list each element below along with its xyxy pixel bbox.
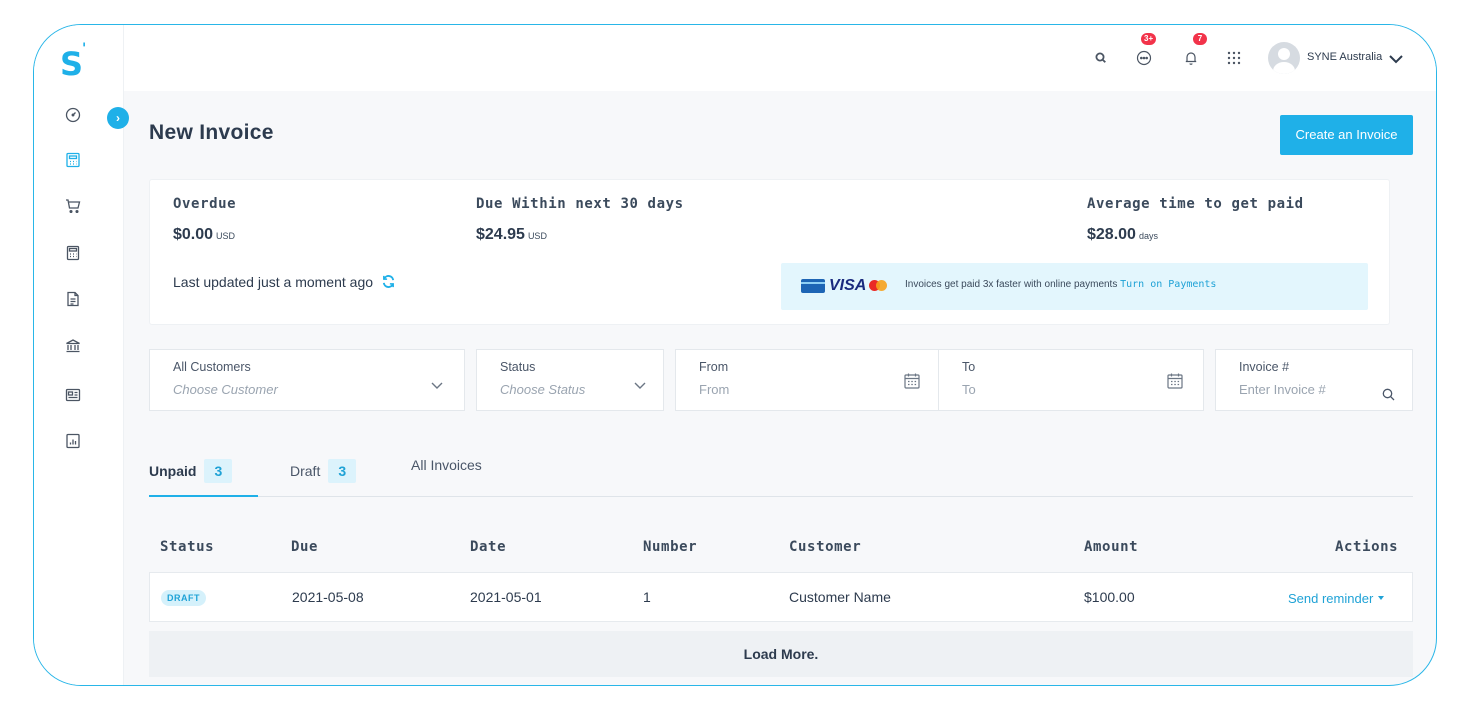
- due-stat: Due Within next 30 days $24.95 USD: [476, 196, 684, 244]
- customer-filter[interactable]: All Customers Choose Customer: [149, 349, 465, 411]
- number-cell: 1: [643, 589, 651, 605]
- payments-message: Invoices get paid 3x faster with online …: [905, 279, 1217, 290]
- column-header-actions: Actions: [1335, 539, 1399, 555]
- overdue-stat: Overdue $0.00 USD: [173, 196, 236, 244]
- calendar-icon[interactable]: [903, 372, 921, 390]
- amount-cell: $100.00: [1084, 589, 1135, 605]
- summary-card: Overdue $0.00 USD Due Within next 30 days…: [149, 179, 1390, 325]
- column-header-customer[interactable]: Customer: [789, 539, 861, 555]
- turn-on-payments-link[interactable]: Turn on Payments: [1120, 279, 1216, 290]
- create-invoice-button[interactable]: Create an Invoice: [1280, 115, 1413, 155]
- payments-banner: VISA Invoices get paid 3x faster with on…: [781, 263, 1368, 310]
- to-date-input[interactable]: To: [962, 382, 976, 397]
- due-label: Due Within next 30 days: [476, 196, 684, 212]
- status-select[interactable]: Choose Status: [500, 382, 585, 397]
- overdue-label: Overdue: [173, 196, 237, 212]
- due-cell: 2021-05-08: [292, 589, 364, 605]
- refresh-icon[interactable]: [381, 274, 396, 289]
- messages-badge: 3+: [1141, 33, 1157, 45]
- table-row[interactable]: DRAFT 2021-05-08 2021-05-01 1 Customer N…: [149, 572, 1413, 622]
- customer-select[interactable]: Choose Customer: [173, 382, 278, 397]
- load-more-button[interactable]: Load More.: [149, 631, 1413, 677]
- customer-cell: Customer Name: [789, 589, 891, 605]
- tab-draft[interactable]: Draft 3: [290, 459, 357, 483]
- top-bar: 3+ 7 SYNE Australia: [124, 25, 1436, 91]
- column-header-amount[interactable]: Amount: [1084, 539, 1138, 555]
- cart-icon[interactable]: [65, 198, 81, 214]
- send-reminder-button[interactable]: Send reminder: [1288, 591, 1385, 606]
- calendar-icon[interactable]: [1166, 372, 1184, 390]
- expand-sidebar-button[interactable]: ›: [107, 107, 129, 129]
- contact-card-icon[interactable]: [65, 387, 81, 403]
- bank-icon[interactable]: [65, 338, 81, 354]
- apps-grid-icon[interactable]: [1225, 49, 1243, 67]
- invoice-number-filter[interactable]: Invoice # Enter Invoice #: [1215, 349, 1413, 411]
- bell-icon[interactable]: [1182, 49, 1200, 67]
- status-filter[interactable]: Status Choose Status: [476, 349, 664, 411]
- invoice-tabs: Unpaid 3 Draft 3 All Invoices: [149, 457, 1413, 497]
- messages-icon[interactable]: [1135, 49, 1153, 67]
- tab-unpaid[interactable]: Unpaid 3: [149, 459, 233, 483]
- dashboard-icon[interactable]: [65, 107, 81, 123]
- last-updated: Last updated just a moment ago: [173, 274, 396, 290]
- mastercard-icon: [869, 278, 889, 294]
- app-frame: S ' 3+ 7 SYNE Australia › New Invoice Cr…: [33, 24, 1437, 686]
- due-value: $24.95 USD: [476, 226, 547, 243]
- from-date-filter[interactable]: From From: [675, 349, 939, 411]
- tab-all-invoices[interactable]: All Invoices: [411, 457, 482, 473]
- column-header-date[interactable]: Date: [470, 539, 506, 555]
- to-label: To: [962, 360, 976, 374]
- brand-logo[interactable]: S ': [60, 41, 86, 83]
- chevron-down-icon[interactable]: [430, 378, 444, 392]
- average-stat: Average time to get paid $28.00 days: [1087, 196, 1304, 244]
- search-icon[interactable]: [1382, 388, 1395, 401]
- status-badge: DRAFT: [161, 590, 206, 606]
- calculator-icon[interactable]: [65, 245, 81, 261]
- column-header-number[interactable]: Number: [643, 539, 697, 555]
- chevron-down-icon[interactable]: [633, 378, 647, 392]
- visa-logo: VISA: [829, 277, 867, 294]
- notifications-badge: 7: [1193, 33, 1207, 45]
- caret-down-icon[interactable]: [1378, 596, 1385, 600]
- search-icon[interactable]: [1092, 49, 1110, 67]
- invoice-number-label: Invoice #: [1239, 360, 1290, 374]
- page-title: New Invoice: [149, 121, 274, 144]
- date-cell: 2021-05-01: [470, 589, 542, 605]
- tab-count: 3: [328, 459, 357, 483]
- status-filter-label: Status: [500, 360, 536, 374]
- column-header-due[interactable]: Due: [291, 539, 318, 555]
- reports-icon[interactable]: [65, 433, 81, 449]
- avatar[interactable]: [1268, 42, 1300, 74]
- from-label: From: [699, 360, 729, 374]
- credit-card-icon: [801, 279, 825, 293]
- active-tab-indicator: [149, 495, 258, 497]
- overdue-value: $0.00 USD: [173, 226, 236, 243]
- average-label: Average time to get paid: [1087, 196, 1304, 212]
- from-date-input[interactable]: From: [699, 382, 729, 397]
- customer-filter-label: All Customers: [173, 360, 251, 374]
- invoice-calculator-icon[interactable]: [65, 152, 81, 168]
- average-value: $28.00 days: [1087, 226, 1158, 243]
- to-date-filter[interactable]: To To: [938, 349, 1204, 411]
- tab-count: 3: [204, 459, 233, 483]
- chevron-down-icon[interactable]: [1387, 50, 1405, 68]
- user-name[interactable]: SYNE Australia: [1307, 51, 1382, 63]
- invoice-number-input[interactable]: Enter Invoice #: [1239, 382, 1326, 397]
- column-header-status[interactable]: Status: [160, 539, 214, 555]
- document-icon[interactable]: [65, 291, 81, 307]
